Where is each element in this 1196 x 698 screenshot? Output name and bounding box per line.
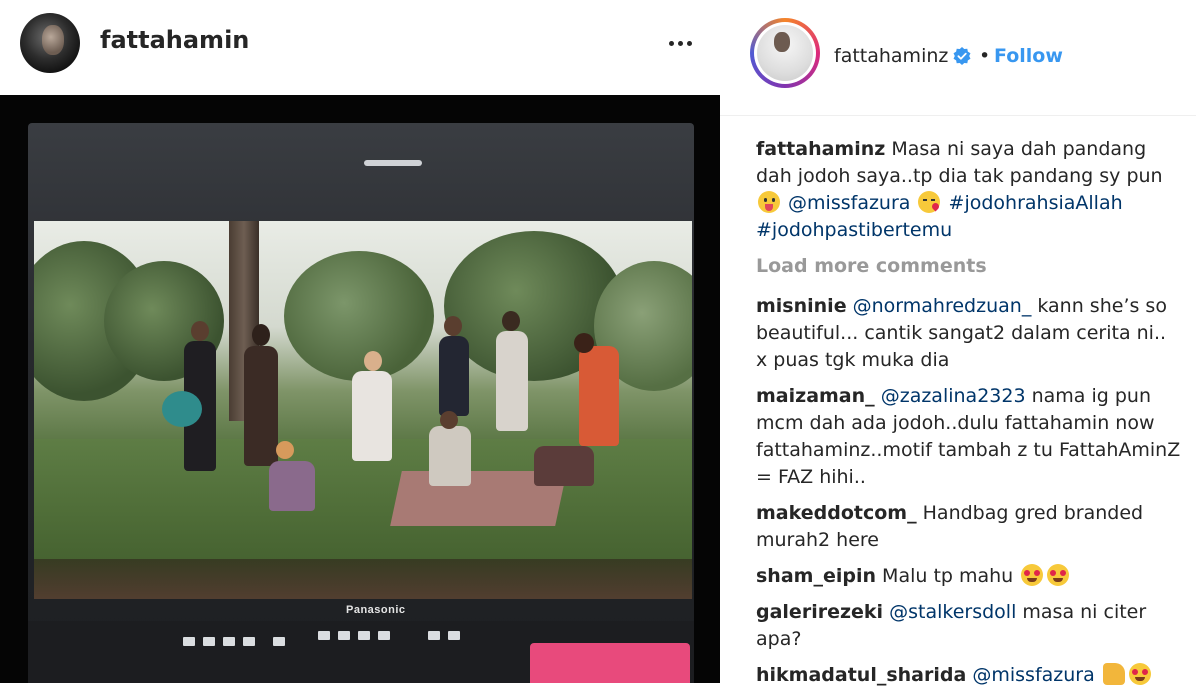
monitor-brand-label: Panasonic [346,604,406,616]
comments-section: fattahaminz Masa ni saya dah pandang dah… [756,136,1181,698]
post-header: fattahamin [0,0,720,95]
pink-object [530,643,690,683]
caption-mention-link[interactable]: @missfazura [788,192,910,214]
comment-username[interactable]: sham_eipin [756,565,876,587]
comment-item: hikmadatul_sharida @missfazura [756,662,1181,689]
more-dot-icon [686,40,692,46]
heart-eyes-emoji-icon [1047,564,1070,586]
post-author-username[interactable]: fattahamin [100,26,249,54]
story-ring[interactable] [750,18,820,88]
thumbs-up-emoji-icon [1102,663,1125,685]
hashtag-link[interactable]: #jodohrahsiaAllah [949,192,1123,214]
comment-item: misninie @normahredzuan_ kann she’s so b… [756,293,1181,374]
monitor-image: Panasonic [28,123,694,683]
comment-item: makeddotcom_ Handbag gred branded murah2… [756,500,1181,554]
heart-eyes-emoji-icon [1021,564,1044,586]
follow-button[interactable]: Follow [994,45,1063,67]
comment-username[interactable]: galerirezeki [756,601,883,623]
comment-username[interactable]: maizaman_ [756,385,875,407]
comment-text: Malu tp mahu [882,565,1014,587]
comment-mention-link[interactable]: @stalkersdoll [889,601,1016,623]
separator-dot: • [979,45,991,67]
comment-item: maizaman_ @zazalina2323 nama ig pun mcm … [756,383,1181,491]
more-dot-icon [668,40,674,46]
profile-username[interactable]: fattahaminz [834,45,948,67]
comment-username[interactable]: misninie [756,295,847,317]
comment-mention-link[interactable]: @zazalina2323 [881,385,1026,407]
caption-username[interactable]: fattahaminz [756,138,885,160]
verified-badge-icon [953,47,971,65]
load-more-comments-button[interactable]: Load more comments [756,253,1181,280]
monitor-screen [34,221,692,599]
more-options-button[interactable] [660,28,700,58]
profile-header: fattahaminz • Follow [720,0,1196,116]
profile-avatar[interactable] [754,22,816,84]
comment-username[interactable]: makeddotcom_ [756,502,917,524]
comment-item: sham_eipin Malu tp mahu [756,563,1181,590]
hashtag-link[interactable]: #jodohpastibertemu [756,219,952,241]
post-photo[interactable]: Panasonic [0,95,720,683]
caption: fattahaminz Masa ni saya dah pandang dah… [756,136,1181,244]
comment-item: galerirezeki @stalkersdoll masa ni citer… [756,599,1181,653]
more-dot-icon [677,40,683,46]
blowing-kiss-emoji-icon [918,191,941,213]
winking-tongue-emoji-icon [758,191,780,213]
post-author-avatar[interactable] [20,13,80,73]
comment-mention-link[interactable]: @normahredzuan_ [853,295,1032,317]
heart-eyes-emoji-icon [1128,663,1151,685]
